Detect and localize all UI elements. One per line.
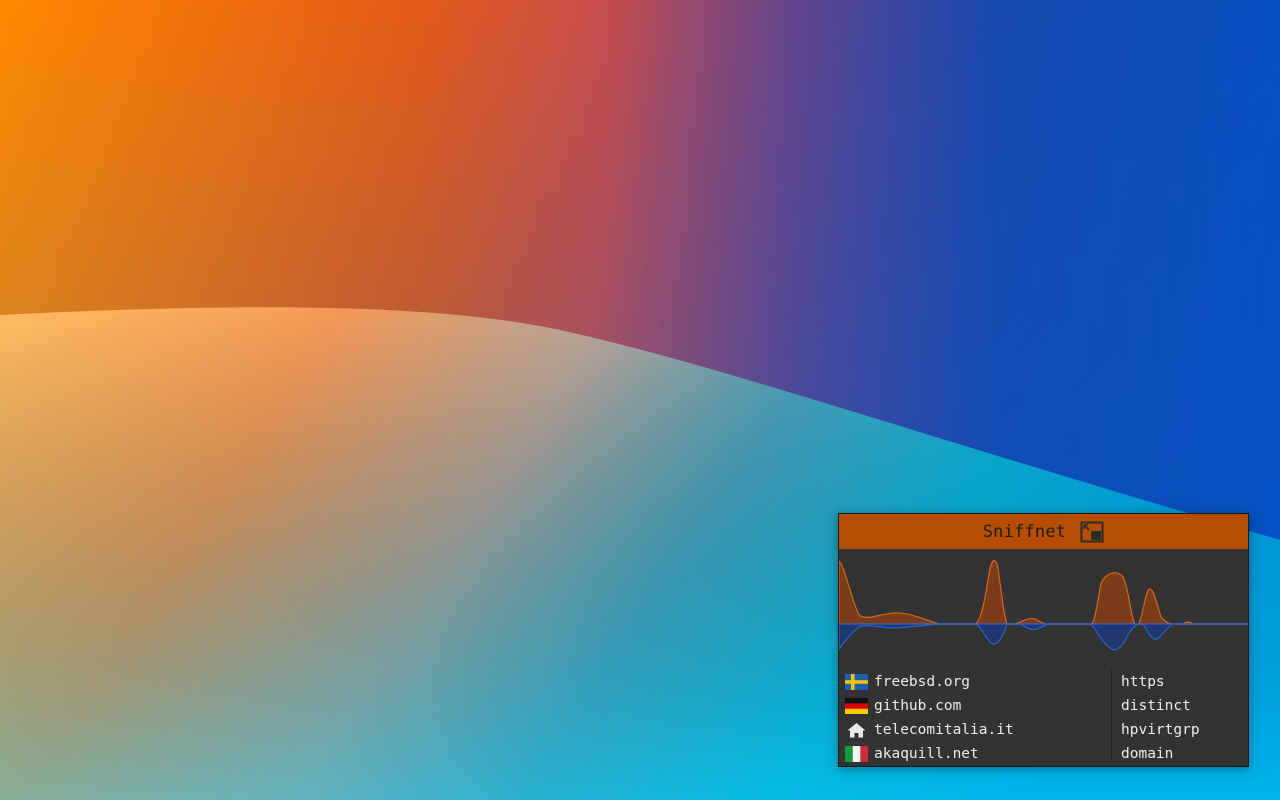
- sniffnet-thumbnail-window[interactable]: Sniffnet freebsd.org github.com telecomi…: [838, 513, 1249, 767]
- host-row: akaquill.net: [845, 742, 1107, 766]
- service-row: https: [1121, 674, 1165, 690]
- host-name: freebsd.org: [874, 674, 971, 690]
- traffic-chart: [839, 549, 1248, 664]
- incoming-traffic-area: [839, 560, 1248, 625]
- connections-list: freebsd.org github.com telecomitalia.it …: [839, 664, 1248, 764]
- window-title: Sniffnet: [982, 521, 1067, 542]
- service-row: hpvirtgrp: [1121, 722, 1200, 738]
- expand-window-icon[interactable]: [1080, 521, 1104, 543]
- outgoing-traffic-area: [839, 623, 1248, 651]
- window-titlebar[interactable]: Sniffnet: [839, 514, 1248, 549]
- host-name: akaquill.net: [874, 746, 979, 762]
- hosts-column: freebsd.org github.com telecomitalia.it …: [845, 670, 1107, 766]
- home-icon: [845, 722, 868, 738]
- host-row: telecomitalia.it: [845, 718, 1107, 742]
- host-name: github.com: [874, 698, 962, 714]
- host-row: freebsd.org: [845, 670, 1107, 694]
- service-row: distinct: [1121, 698, 1191, 714]
- services-column: https distinct hpvirtgrp domain: [1111, 670, 1248, 762]
- italy-flag-icon: [845, 746, 868, 762]
- sweden-flag-icon: [845, 674, 868, 690]
- host-name: telecomitalia.it: [874, 722, 1014, 738]
- service-row: domain: [1121, 746, 1174, 762]
- host-row: github.com: [845, 694, 1107, 718]
- germany-flag-icon: [845, 698, 868, 714]
